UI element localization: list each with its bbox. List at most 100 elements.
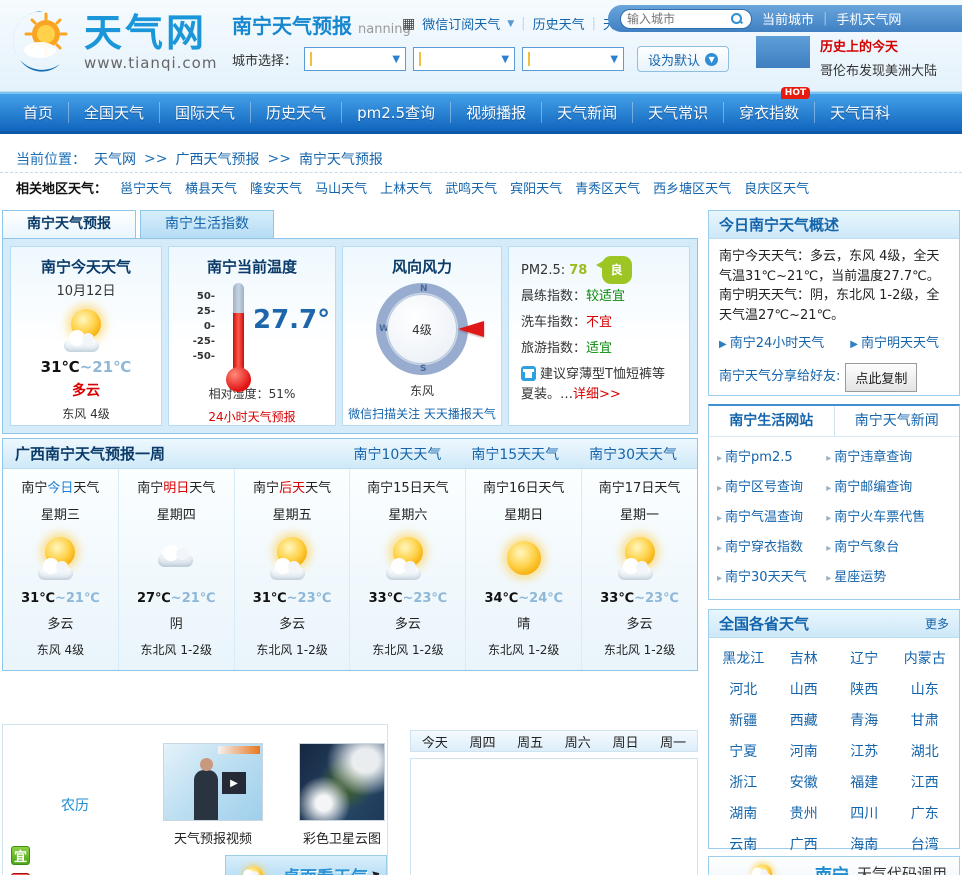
life-link[interactable]: ▸ 南宁气象台 <box>826 536 951 555</box>
related-link[interactable]: 邕宁天气 <box>120 178 172 197</box>
life-link[interactable]: ▸ 南宁违章查询 <box>826 446 951 465</box>
wechat-subscribe-link[interactable]: 微信订阅天气 <box>422 14 500 33</box>
province-link[interactable]: 海南 <box>834 834 895 854</box>
province-link[interactable]: 陕西 <box>834 679 895 699</box>
forecast-10day-link[interactable]: 南宁10天天气 <box>354 444 442 464</box>
forecast-day-column[interactable]: 南宁后天天气 星期五 31℃~23℃ 多云 东北风 1-2级 <box>235 469 351 670</box>
nav-item-national[interactable]: 全国天气 <box>69 102 161 123</box>
history-today-thumbnail[interactable] <box>756 36 810 68</box>
province-link[interactable]: 辽宁 <box>834 648 895 668</box>
current-city-link[interactable]: 当前城市 <box>762 9 814 28</box>
dress-detail-link[interactable]: 详细>> <box>573 387 621 402</box>
life-link[interactable]: ▸ 南宁30天天气 <box>717 566 826 585</box>
tab-weather-forecast[interactable]: 南宁天气预报 <box>2 210 136 238</box>
related-link[interactable]: 上林天气 <box>380 178 432 197</box>
province-link[interactable]: 贵州 <box>774 803 835 823</box>
satellite-image-thumbnail[interactable] <box>299 743 385 821</box>
province-link[interactable]: 湖南 <box>713 803 774 823</box>
province-link[interactable]: 黑龙江 <box>713 648 774 668</box>
day-tab-sat[interactable]: 周六 <box>565 732 591 751</box>
province-link[interactable]: 西藏 <box>774 710 835 730</box>
lunar-calendar-link[interactable]: 农历 <box>61 795 89 815</box>
set-default-button[interactable]: 设为默认 ▼ <box>637 46 730 72</box>
province-link[interactable]: 甘肃 <box>895 710 956 730</box>
satellite-label[interactable]: 彩色卫星云图 <box>289 828 395 847</box>
tab-life-index[interactable]: 南宁生活指数 <box>140 210 274 238</box>
nav-item-home[interactable]: 首页 <box>8 102 70 123</box>
nav-item-dress-index[interactable]: 穿衣指数 HOT <box>724 87 816 123</box>
related-link[interactable]: 隆安天气 <box>250 178 302 197</box>
life-link[interactable]: ▸ 南宁穿衣指数 <box>717 536 826 555</box>
related-link[interactable]: 武鸣天气 <box>445 178 497 197</box>
nav-item-video[interactable]: 视频播报 <box>451 102 543 123</box>
forecast-15day-link[interactable]: 南宁15天天气 <box>471 444 559 464</box>
day-tab-sun[interactable]: 周日 <box>612 732 638 751</box>
wechat-scan-link[interactable]: 微信扫描关注 天天播报天气 <box>348 405 496 422</box>
tomorrow-weather-link[interactable]: ▶ 南宁明天天气 <box>850 334 939 354</box>
life-link[interactable]: ▸ 南宁气温查询 <box>717 506 826 525</box>
life-link[interactable]: ▸ 南宁pm2.5 <box>717 446 826 465</box>
breadcrumb-link-province[interactable]: 广西天气预报 <box>175 149 259 169</box>
hourly-forecast-link[interactable]: 24小时天气预报 <box>208 408 295 425</box>
forecast-day-column[interactable]: 南宁明日天气 星期四 27℃~21℃ 阴 东北风 1-2级 <box>119 469 235 670</box>
nav-item-encyclopedia[interactable]: 天气百科 <box>815 102 905 123</box>
day-tab-mon[interactable]: 周一 <box>660 732 686 751</box>
forecast-day-column[interactable]: 南宁16日天气 星期日 34℃~24℃ 晴 东北风 1-2级 <box>466 469 583 670</box>
province-link[interactable]: 安徽 <box>774 772 835 792</box>
history-weather-link[interactable]: 历史天气 <box>533 14 585 33</box>
nav-item-international[interactable]: 国际天气 <box>160 102 252 123</box>
province-link[interactable]: 云南 <box>713 834 774 854</box>
day-tab-thu[interactable]: 周四 <box>469 732 495 751</box>
forecast-30day-link[interactable]: 南宁30天天气 <box>589 444 677 464</box>
weather-video-thumbnail[interactable]: ▶ <box>163 743 263 821</box>
tab-life-sites[interactable]: 南宁生活网站 <box>709 406 835 436</box>
nav-item-history[interactable]: 历史天气 <box>251 102 343 123</box>
province-link[interactable]: 山西 <box>774 679 835 699</box>
forecast-day-column[interactable]: 南宁今日天气 星期三 31℃~21℃ 多云 东风 4级 <box>3 469 119 670</box>
video-label[interactable]: 天气预报视频 <box>153 828 273 847</box>
province-link[interactable]: 河南 <box>774 741 835 761</box>
province-link[interactable]: 吉林 <box>774 648 835 668</box>
province-link[interactable]: 宁夏 <box>713 741 774 761</box>
nav-item-knowledge[interactable]: 天气常识 <box>633 102 725 123</box>
province-link[interactable]: 台湾 <box>895 834 956 854</box>
forecast-day-column[interactable]: 南宁15日天气 星期六 33℃~23℃ 多云 东北风 1-2级 <box>350 469 467 670</box>
related-link[interactable]: 马山天气 <box>315 178 367 197</box>
mobile-site-link[interactable]: 手机天气网 <box>836 9 901 28</box>
province-link[interactable]: 广东 <box>895 803 956 823</box>
life-link[interactable]: ▸ 南宁邮编查询 <box>826 476 951 495</box>
related-link[interactable]: 良庆区天气 <box>744 178 809 197</box>
province-link[interactable]: 山东 <box>895 679 956 699</box>
life-link[interactable]: ▸ 星座运势 <box>826 566 951 585</box>
province-link[interactable]: 浙江 <box>713 772 774 792</box>
hourly-weather-link[interactable]: ▶ 南宁24小时天气 <box>719 334 824 354</box>
province-link[interactable]: 江苏 <box>834 741 895 761</box>
province-link[interactable]: 湖北 <box>895 741 956 761</box>
province-link[interactable]: 四川 <box>834 803 895 823</box>
desktop-weather-banner[interactable]: 桌面看天气 <box>225 855 387 875</box>
related-link[interactable]: 西乡塘区天气 <box>653 178 731 197</box>
related-link[interactable]: 青秀区天气 <box>575 178 640 197</box>
district-select[interactable]: ▼ <box>522 47 625 71</box>
day-tab-today[interactable]: 今天 <box>422 732 448 751</box>
nav-item-pm25[interactable]: pm2.5查询 <box>342 102 452 123</box>
search-input[interactable] <box>627 11 727 26</box>
tab-weather-news[interactable]: 南宁天气新闻 <box>835 406 960 436</box>
city-select[interactable]: ▼ <box>413 47 516 71</box>
copy-button[interactable]: 点此复制 <box>845 362 918 392</box>
more-link[interactable]: 更多 <box>925 610 949 637</box>
province-link[interactable]: 内蒙古 <box>895 648 956 668</box>
site-logo[interactable]: 天气网 www.tianqi.com <box>10 8 217 78</box>
history-today-title[interactable]: 历史上的今天 <box>820 36 937 55</box>
life-link[interactable]: ▸ 南宁火车票代售 <box>826 506 951 525</box>
nav-item-news[interactable]: 天气新闻 <box>542 102 634 123</box>
province-link[interactable]: 福建 <box>834 772 895 792</box>
province-link[interactable]: 河北 <box>713 679 774 699</box>
breadcrumb-link-home[interactable]: 天气网 <box>94 149 136 169</box>
related-link[interactable]: 横县天气 <box>185 178 237 197</box>
history-today-event[interactable]: 哥伦布发现美洲大陆 <box>820 60 937 79</box>
province-link[interactable]: 青海 <box>834 710 895 730</box>
province-link[interactable]: 广西 <box>774 834 835 854</box>
forecast-day-column[interactable]: 南宁17日天气 星期一 33℃~23℃ 多云 东北风 1-2级 <box>582 469 697 670</box>
life-link[interactable]: ▸ 南宁区号查询 <box>717 476 826 495</box>
